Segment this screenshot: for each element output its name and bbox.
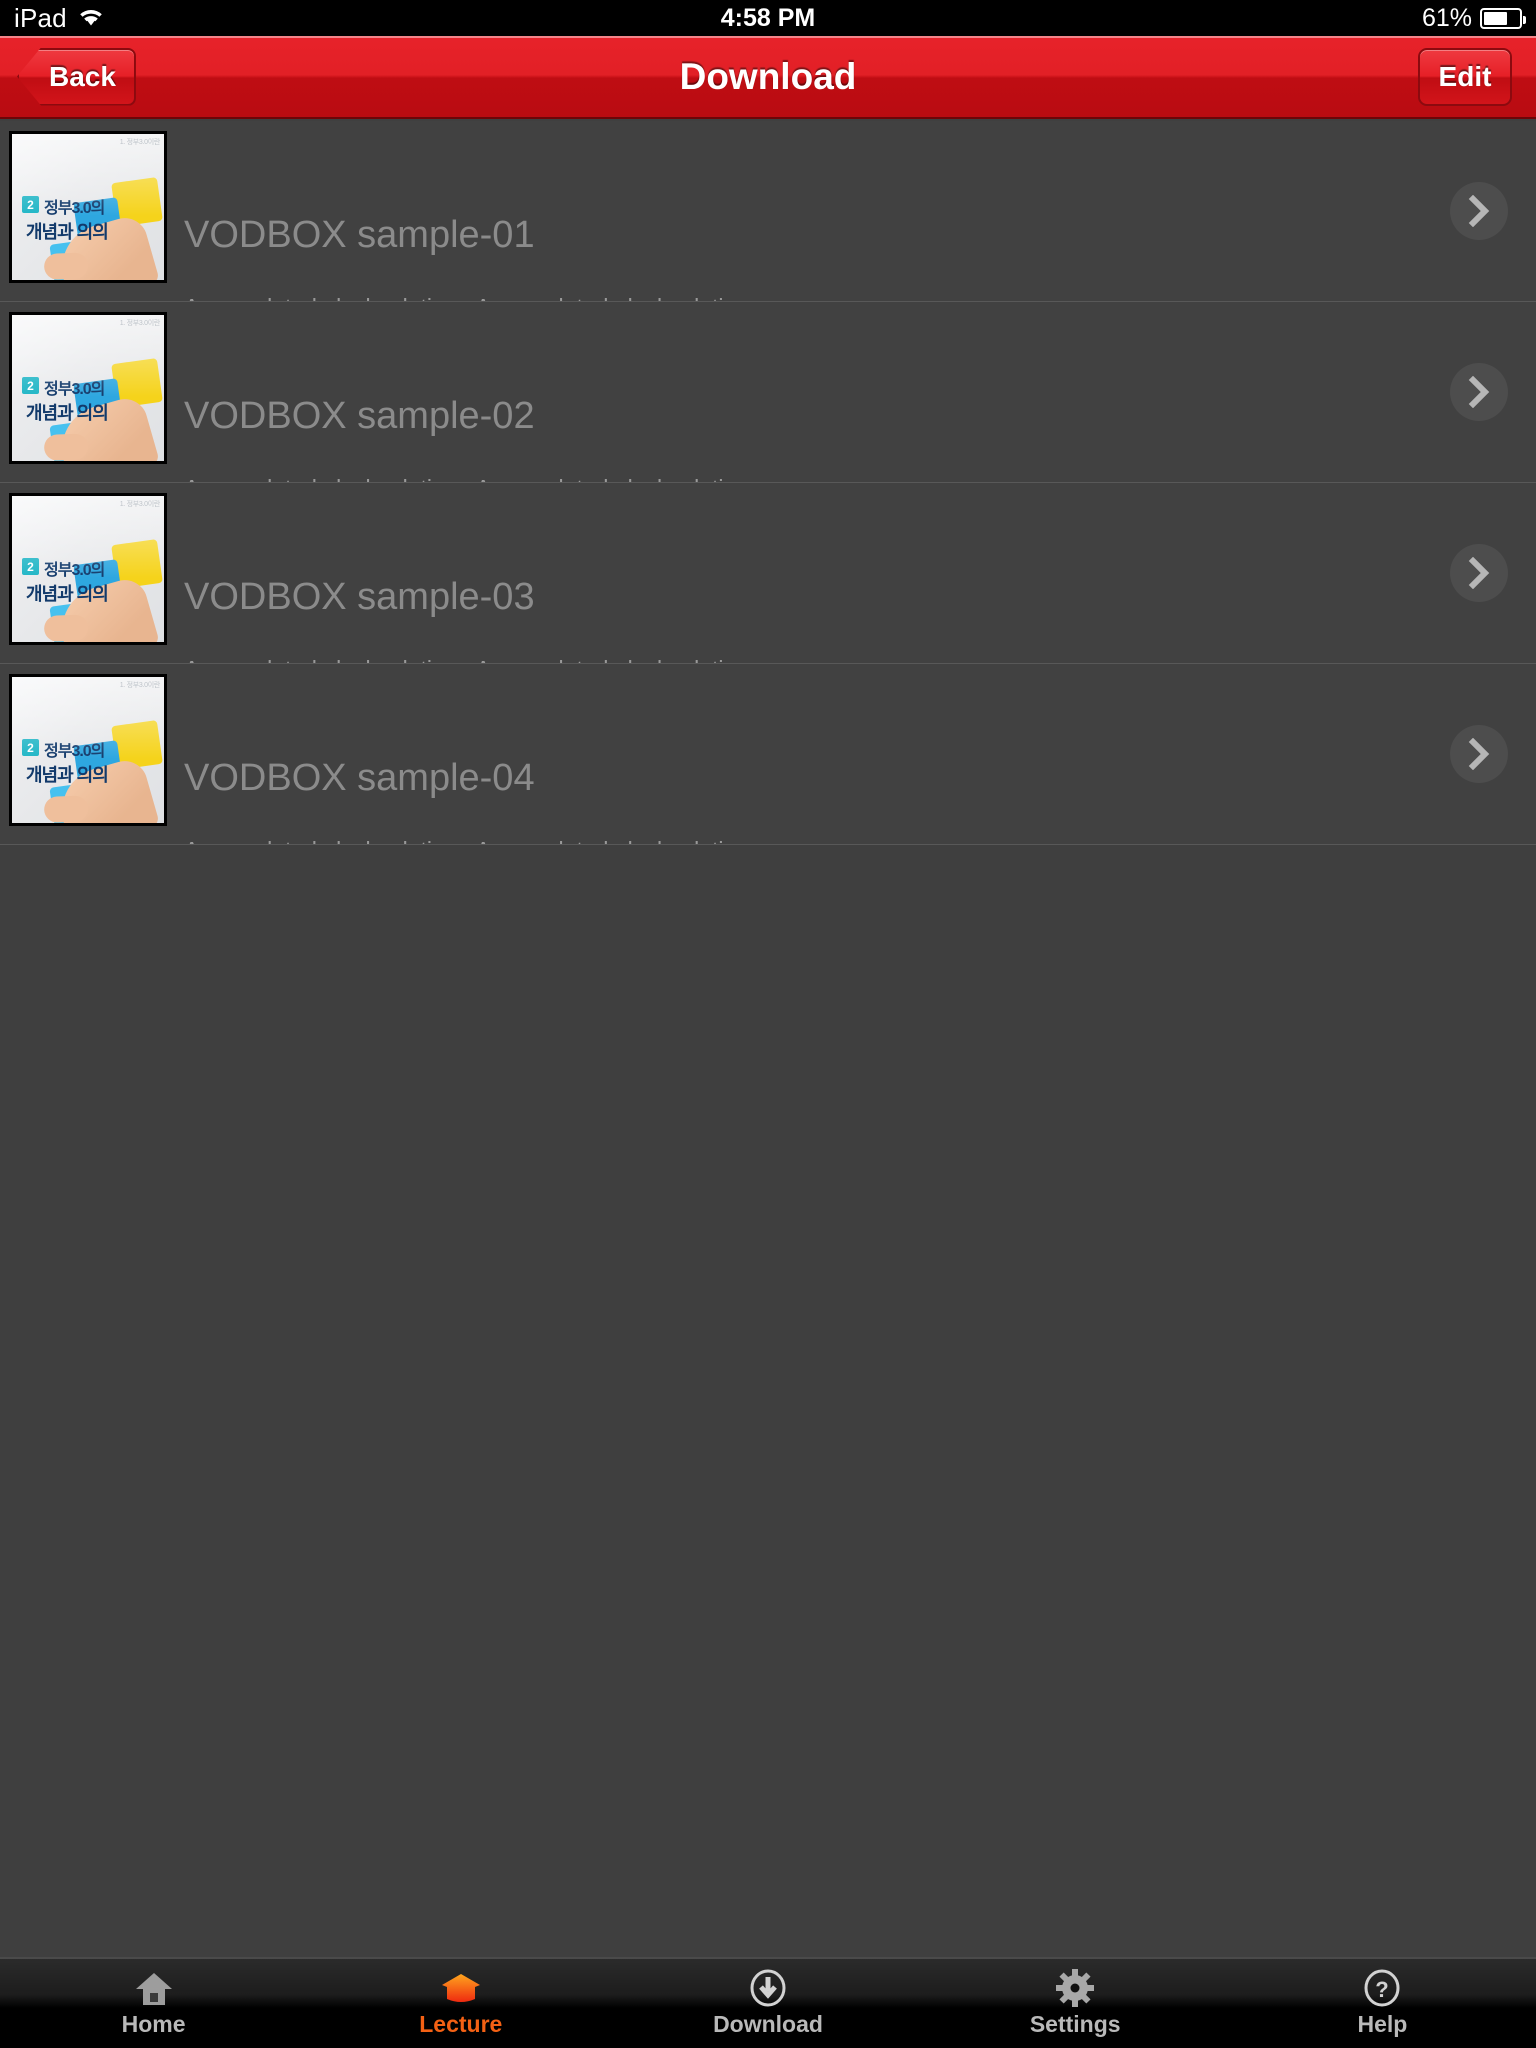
ipad-screen: iPad 4:58 PM 61% Back Download Edit 1. 정… [0,0,1536,2048]
tab-settings[interactable]: Settings [922,1959,1229,2048]
thumbnail-corner-code: 1. 정부3.0이란 [119,320,161,327]
battery-percent-label: 61% [1421,3,1472,32]
tab-lecture-label: Lecture [419,2011,503,2037]
tab-settings-label: Settings [1029,2011,1121,2037]
help-icon: ? [1363,1969,1401,2007]
tab-download[interactable]: Download [614,1959,921,2048]
video-thumbnail: 1. 정부3.0이란 2 정부3.0의 개념과 의의 [9,312,167,464]
chevron-right-icon[interactable] [1450,363,1508,421]
battery-icon [1480,7,1526,29]
item-title: VODBOX sample-03 [184,576,535,618]
chevron-right-icon[interactable] [1450,544,1508,602]
thumbnail-badge: 2 [22,377,39,394]
list-item[interactable]: 1. 정부3.0이란 2 정부3.0의 개념과 의의 VODBOX sample… [0,121,1536,425]
thumbnail-line2: 개념과 의의 [26,403,109,423]
thumbnail-line2: 개념과 의의 [26,765,109,785]
thumbnail-line1: 정부3.0의 [44,381,105,398]
list-item[interactable]: 1. 정부3.0이란 2 정부3.0의 개념과 의의 VODBOX sample… [0,483,1536,787]
page-title: Download [679,55,857,97]
download-icon [749,1969,787,2007]
thumbnail-corner-code: 1. 정부3.0이란 [119,501,161,508]
svg-text:?: ? [1376,1977,1389,2002]
video-thumbnail: 1. 정부3.0이란 2 정부3.0의 개념과 의의 [9,493,167,645]
tab-help-label: Help [1357,2011,1408,2037]
empty-list-area [0,845,1536,1957]
chevron-right-icon[interactable] [1450,182,1508,240]
status-bar-left: iPad [14,3,105,34]
video-thumbnail: 1. 정부3.0이란 2 정부3.0의 개념과 의의 [9,674,167,826]
thumbnail-line1: 정부3.0의 [44,743,105,760]
chevron-right-icon[interactable] [1450,725,1508,783]
item-title: VODBOX sample-01 [184,214,535,256]
tab-help[interactable]: ? Help [1229,1959,1536,2048]
thumbnail-badge: 2 [22,739,39,756]
edit-button-label: Edit [1438,60,1492,92]
status-bar: iPad 4:58 PM 61% [0,0,1536,36]
navigation-bar: Back Download Edit [0,36,1536,119]
tab-download-label: Download [713,2011,823,2037]
video-thumbnail: 1. 정부3.0이란 2 정부3.0의 개념과 의의 [9,131,167,283]
lecture-icon [439,1969,483,2007]
home-icon [134,1969,174,2007]
status-bar-right: 61% [1421,3,1526,33]
gear-icon [1055,1969,1095,2007]
thumbnail-line2: 개념과 의의 [26,222,109,242]
thumbnail-badge: 2 [22,196,39,213]
back-button[interactable]: Back [17,47,136,106]
download-list[interactable]: 1. 정부3.0이란 2 정부3.0의 개념과 의의 VODBOX sample… [0,121,1536,968]
carrier-label: iPad [14,2,67,33]
thumbnail-line1: 정부3.0의 [44,562,105,579]
tab-bar: Home Lecture Download Settings ? Help [0,1957,1536,2048]
edit-button[interactable]: Edit [1418,47,1512,106]
item-title: VODBOX sample-02 [184,395,535,437]
thumbnail-line2: 개념과 의의 [26,584,109,604]
thumbnail-badge: 2 [22,558,39,575]
tab-lecture[interactable]: Lecture [307,1959,614,2048]
tab-home[interactable]: Home [0,1959,307,2048]
item-title: VODBOX sample-04 [184,757,535,799]
wifi-icon [77,8,105,28]
list-item[interactable]: 1. 정부3.0이란 2 정부3.0의 개념과 의의 VODBOX sample… [0,302,1536,606]
thumbnail-corner-code: 1. 정부3.0이란 [119,682,161,689]
tab-home-label: Home [121,2011,186,2037]
list-item[interactable]: 1. 정부3.0이란 2 정부3.0의 개념과 의의 VODBOX sample… [0,664,1536,968]
clock: 4:58 PM [720,3,816,32]
thumbnail-line1: 정부3.0의 [44,200,105,217]
back-button-label: Back [49,60,116,92]
thumbnail-corner-code: 1. 정부3.0이란 [119,139,161,146]
